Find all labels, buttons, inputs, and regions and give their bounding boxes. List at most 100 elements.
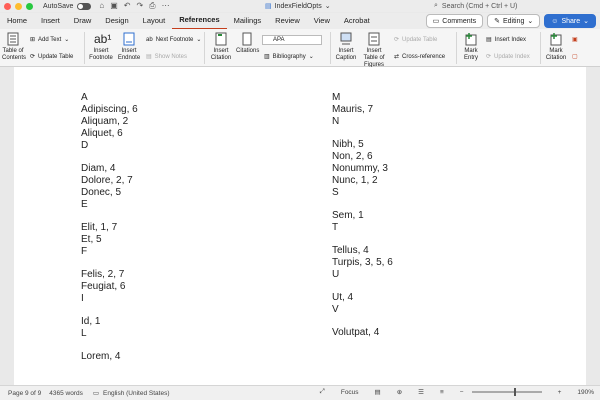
index-entry: Nibh, 5 [332, 139, 364, 150]
print-icon[interactable]: ⎙ [149, 1, 155, 11]
draft-view-icon[interactable]: ≡ [440, 389, 444, 396]
outline-view-icon[interactable]: ☰ [418, 388, 424, 396]
entry-spacer [332, 128, 393, 139]
pencil-icon: ✎ [494, 18, 500, 25]
chevron-down-icon: ⌄ [64, 37, 70, 43]
tab-view[interactable]: View [307, 13, 337, 29]
index-entry: Aliquam, 2 [81, 116, 129, 127]
show-notes-button[interactable]: ▤ Show Notes [146, 53, 187, 61]
tab-references[interactable]: References [172, 12, 227, 30]
insert-caption-button[interactable]: Insert Caption [334, 32, 358, 62]
index-letter-heading: E [81, 199, 88, 210]
tab-design[interactable]: Design [98, 13, 135, 29]
entry-spacer [332, 281, 393, 292]
more-icon[interactable]: ⋯ [162, 1, 170, 11]
mark-entry-button[interactable]: Mark Entry [460, 32, 482, 62]
redo-icon[interactable]: ↷ [136, 1, 143, 11]
index-letter-heading: L [81, 328, 87, 339]
index-letter-heading: V [332, 304, 339, 315]
acrobat-icon[interactable]: ▣ [572, 36, 578, 43]
undo-icon[interactable]: ↶ [124, 1, 131, 11]
tab-home[interactable]: Home [0, 13, 34, 29]
footnote-icon: ab¹ [94, 32, 112, 46]
index-entry: Adipiscing, 6 [81, 104, 138, 115]
refresh-icon: ⟳ [394, 37, 400, 43]
autosave-label: AutoSave [43, 2, 74, 10]
add-text-button[interactable]: ⊞ Add Text ⌄ [30, 36, 70, 44]
mark-entry-icon [465, 33, 477, 46]
update-table-figures-button[interactable]: ⟳ Update Table [394, 36, 437, 44]
tab-insert[interactable]: Insert [34, 13, 67, 29]
zoom-level[interactable]: 190% [577, 389, 594, 396]
zoom-slider[interactable] [471, 388, 542, 396]
index-entry: Volutpat, 4 [332, 327, 380, 338]
next-footnote-button[interactable]: ab Next Footnote ⌄ [146, 36, 201, 44]
update-table-button[interactable]: ⟳ Update Table [30, 53, 73, 61]
update-index-button[interactable]: ⟳ Update Index [486, 53, 530, 61]
cross-reference-button[interactable]: ⇄ Cross-reference [394, 53, 445, 61]
comment-icon: ▭ [432, 18, 440, 25]
insert-index-button[interactable]: ▤ Insert Index [486, 36, 526, 44]
index-entry: Id, 1 [81, 316, 101, 327]
proofing-icon[interactable]: ▭ [93, 389, 99, 397]
index-letter-heading: S [332, 187, 339, 198]
index-entry: Dolore, 2, 7 [81, 175, 133, 186]
zoom-in-icon[interactable]: + [558, 389, 562, 396]
word-doc-icon: ▤ [265, 3, 272, 10]
citation-icon [215, 32, 227, 46]
index-icon: ▤ [486, 37, 492, 43]
ribbon-tabs: Home Insert Draw Design Layout Reference… [0, 12, 600, 30]
word-count[interactable]: 4365 words [49, 390, 83, 397]
index-entry: Mauris, 7 [332, 104, 374, 115]
entry-spacer [332, 199, 393, 210]
index-letter-heading: N [332, 116, 340, 127]
document-title[interactable]: ▤ IndexFieldOpts ⌄ [265, 2, 331, 11]
index-entry: Ut, 4 [332, 292, 354, 303]
search-box[interactable]: ⌕ Search (Cmd + Ctrl + U) [434, 1, 594, 11]
entry-spacer [81, 152, 138, 163]
close-window-button[interactable] [4, 2, 11, 10]
tab-layout[interactable]: Layout [136, 13, 173, 29]
share-button[interactable]: ☺ Share ⌄ [544, 14, 596, 28]
table-of-figures-icon [368, 32, 380, 46]
citations-button[interactable]: Citations [236, 32, 259, 55]
table-of-contents-button[interactable]: Table of Contents [2, 32, 26, 62]
insert-endnote-button[interactable]: Insert Endnote [116, 32, 142, 62]
index-entry: Aliquet, 6 [81, 128, 123, 139]
print-layout-icon[interactable]: ▤ [375, 388, 381, 396]
search-icon: ⌕ [434, 2, 438, 9]
language-label[interactable]: English (United States) [103, 390, 169, 397]
tab-mailings[interactable]: Mailings [227, 13, 269, 29]
index-entry: Feugiat, 6 [81, 281, 126, 292]
autosave-toggle[interactable] [77, 2, 92, 10]
comments-button[interactable]: ▭ Comments [425, 14, 484, 28]
editing-button[interactable]: ✎ Editing ⌄ [487, 14, 541, 28]
ribbon-references: Table of Contents ⊞ Add Text ⌄ ⟳ Update Tab… [0, 29, 600, 69]
index-letter-heading: A [81, 92, 88, 103]
bibliography-button[interactable]: ▥ Bibliography ⌄ [264, 53, 314, 61]
zoom-window-button[interactable] [26, 2, 33, 10]
document-page[interactable]: A Adipiscing, 6 Aliquam, 2 Aliquet, 6 D Diam,… [14, 67, 586, 385]
minimize-window-button[interactable] [15, 2, 22, 10]
tab-acrobat[interactable]: Acrobat [337, 13, 377, 29]
focus-button[interactable]: Focus [341, 389, 359, 396]
save-icon[interactable]: ▣ [110, 1, 118, 11]
page-count[interactable]: Page 9 of 9 [8, 390, 41, 397]
tab-draw[interactable]: Draw [67, 13, 99, 29]
insert-citation-button[interactable]: Insert Citation [208, 32, 234, 62]
focus-icon: ⤢ [319, 388, 325, 395]
zoom-out-icon[interactable]: − [460, 389, 464, 396]
chevron-down-icon: ⌄ [583, 18, 589, 25]
insert-table-of-figures-button[interactable]: Insert Table of Figures [360, 32, 388, 69]
acrobat-link-icon[interactable]: ▢ [572, 53, 578, 60]
mark-citation-button[interactable]: Mark Citation [544, 32, 568, 62]
home-icon[interactable]: ⌂ [99, 1, 104, 11]
index-column-right: M Mauris, 7 N Nibh, 5 Non, 2, 6 Nonummy, 3 Nun… [332, 92, 393, 339]
web-layout-icon[interactable]: ⊕ [397, 388, 402, 396]
index-letter-heading: F [81, 246, 88, 257]
citation-style-select[interactable]: APA [262, 35, 322, 45]
index-entry: Elit, 1, 7 [81, 222, 118, 233]
insert-footnote-button[interactable]: ab¹ Insert Footnote [88, 32, 114, 62]
tab-review[interactable]: Review [268, 13, 307, 29]
title-bar: AutoSave ⌂ ▣ ↶ ↷ ⎙ ⋯ ▤ IndexFieldOpts ⌄ … [0, 0, 600, 12]
